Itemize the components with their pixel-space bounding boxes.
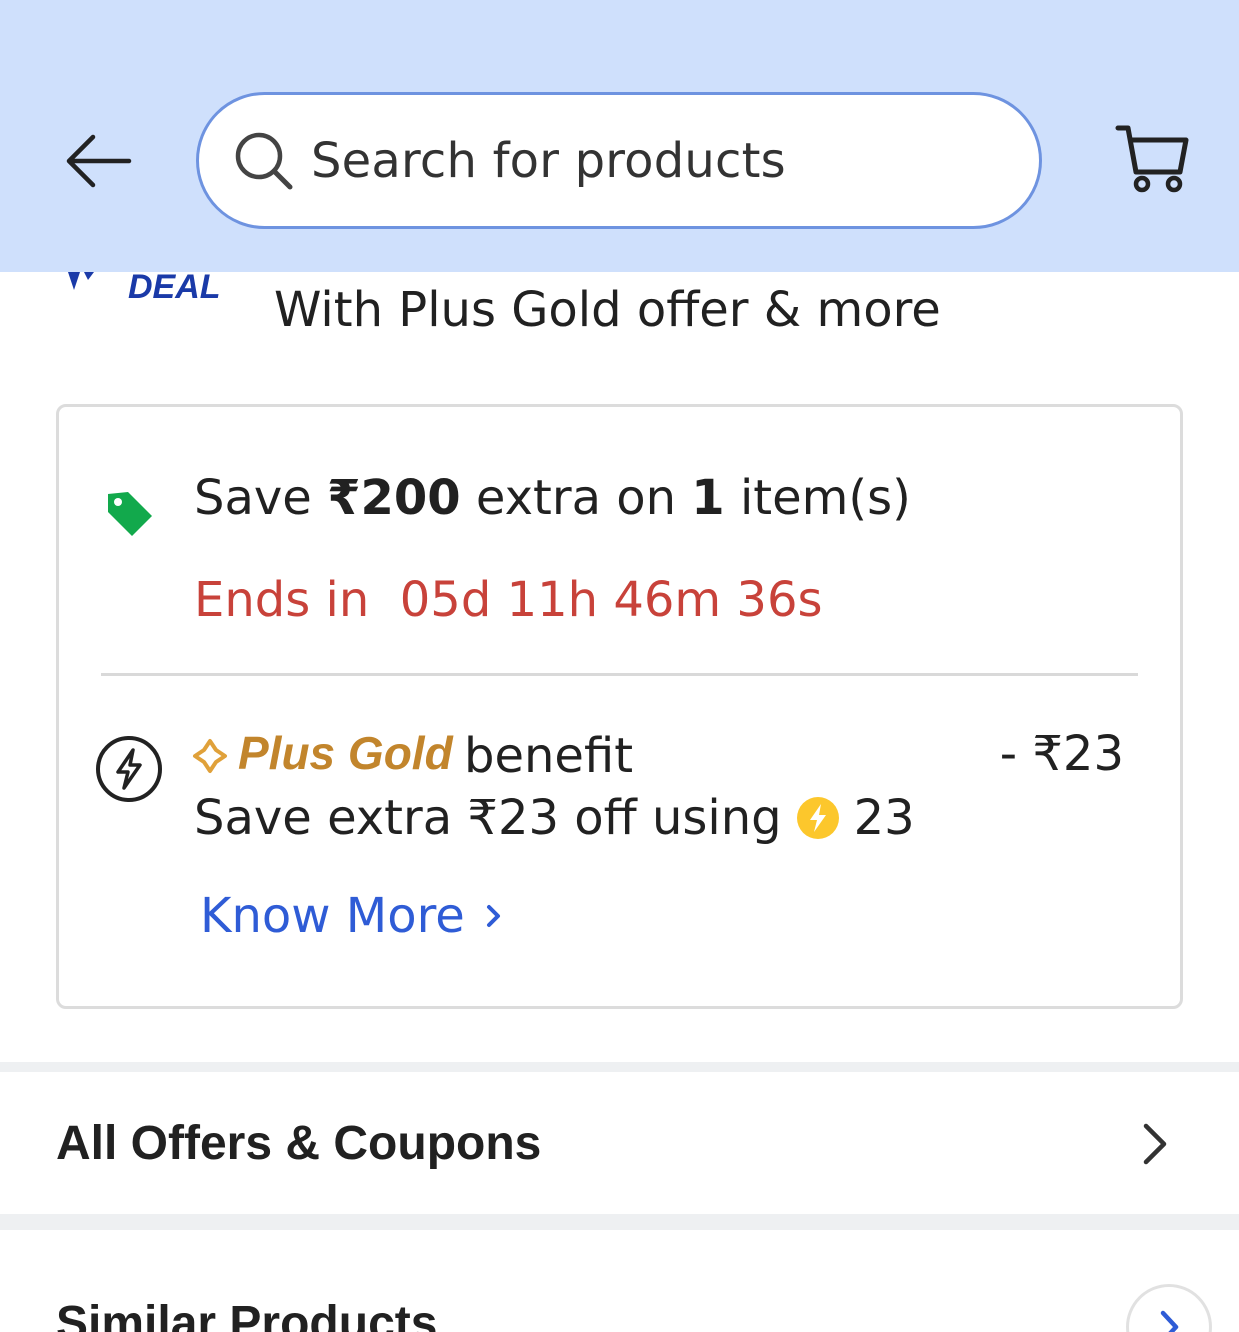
save-offer-text: Save ₹200 extra on 1 item(s) bbox=[194, 470, 911, 526]
chevron-right-icon bbox=[1160, 1310, 1179, 1332]
arrow-left-icon bbox=[66, 134, 132, 188]
search-icon bbox=[233, 130, 295, 192]
chevron-right-icon bbox=[486, 905, 500, 927]
save-extra-label: Save extra ₹23 off using bbox=[194, 790, 782, 846]
search-placeholder: Search for products bbox=[311, 132, 786, 189]
search-input[interactable]: Search for products bbox=[196, 92, 1042, 229]
coin-value: 23 bbox=[853, 790, 915, 846]
know-more-label: Know More bbox=[200, 888, 465, 944]
deal-logo-mark bbox=[68, 272, 94, 290]
cart-button[interactable] bbox=[1112, 118, 1192, 198]
section-separator bbox=[0, 1062, 1239, 1072]
all-offers-title: All Offers & Coupons bbox=[56, 1117, 542, 1170]
supercoin-icon bbox=[796, 797, 839, 839]
save-extra-text: Save extra ₹23 off using 23 bbox=[194, 790, 915, 846]
card-divider bbox=[101, 673, 1138, 676]
offer-countdown: Ends in 05d 11h 46m 36s bbox=[194, 572, 823, 628]
deal-subtitle: With Plus Gold offer & more bbox=[274, 282, 941, 338]
chevron-right-icon bbox=[1143, 1123, 1167, 1165]
similar-products-title: Similar Products bbox=[56, 1297, 438, 1332]
plus-gold-label: Plus Gold bbox=[238, 727, 453, 779]
status-bar bbox=[0, 0, 1239, 10]
app-header: Search for products bbox=[0, 0, 1239, 272]
benefit-label: benefit bbox=[464, 728, 634, 784]
benefit-amount: - ₹23 bbox=[999, 726, 1124, 782]
back-button[interactable] bbox=[60, 125, 136, 197]
price-tag-icon bbox=[108, 492, 152, 536]
similar-products-button[interactable] bbox=[1126, 1284, 1212, 1332]
shopping-cart-icon bbox=[1115, 125, 1189, 193]
know-more-link[interactable]: Know More bbox=[200, 888, 505, 944]
lightning-circle-icon bbox=[96, 736, 162, 802]
section-separator bbox=[0, 1214, 1239, 1230]
plus-gold-icon bbox=[193, 739, 227, 773]
deal-badge: DEAL bbox=[128, 268, 221, 306]
